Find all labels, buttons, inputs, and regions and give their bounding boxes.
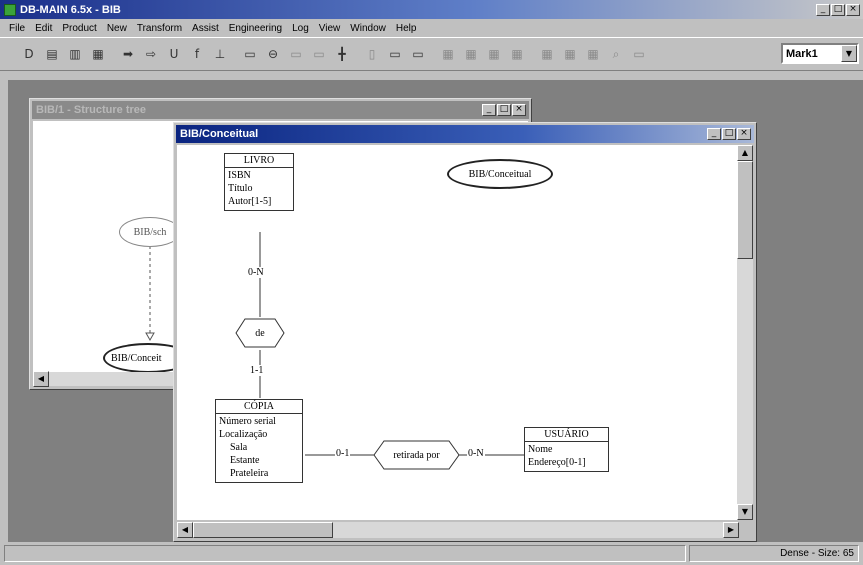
front-maximize-button[interactable]: □ (722, 128, 736, 140)
schema-hscroll[interactable]: ◀ ▶ (177, 522, 739, 538)
entity-copia-attr[interactable]: Prateleira (216, 467, 302, 480)
schema-vscroll[interactable]: ▲ ▼ (737, 145, 753, 520)
entity-livro-attr[interactable]: Título (225, 182, 293, 195)
entity-copia[interactable]: CÓPIA Número serial Localização Sala Est… (215, 399, 303, 483)
attr-icon[interactable]: ▭ (285, 43, 307, 65)
status-right: Dense - Size: 65 (689, 545, 859, 562)
back-maximize-button[interactable]: □ (497, 104, 511, 116)
grid4-icon[interactable]: ▦ (506, 43, 528, 65)
scroll-left-icon[interactable]: ◀ (177, 522, 193, 538)
chevron-down-icon[interactable]: ▼ (841, 45, 857, 62)
minimize-button[interactable]: _ (816, 3, 830, 16)
menu-item-help[interactable]: Help (391, 23, 422, 34)
open-icon[interactable]: ▤ (41, 43, 63, 65)
close-button[interactable]: × (846, 3, 860, 16)
scroll-down-icon[interactable]: ▼ (737, 504, 753, 520)
card-livro-de: 0-N (247, 267, 265, 278)
mark-select-value: Mark1 (786, 47, 818, 60)
app-title-bar: DB-MAIN 6.5x - BIB _ □ × (0, 0, 863, 19)
structure-node-top[interactable]: BIB/sch (119, 217, 181, 247)
menu-item-new[interactable]: New (102, 23, 132, 34)
menu-item-edit[interactable]: Edit (30, 23, 57, 34)
search-icon[interactable]: ⌕ (605, 43, 627, 65)
menu-item-engineering[interactable]: Engineering (224, 23, 287, 34)
schema-window-title: BIB/Conceitual (180, 128, 259, 140)
mdi-workspace: BIB/1 - Structure tree _ □ × BIB/sch BIB… (8, 80, 863, 542)
status-bar: Dense - Size: 65 (0, 542, 863, 565)
entity-copia-attr[interactable]: Sala (216, 441, 302, 454)
back-close-button[interactable]: × (512, 104, 526, 116)
entity-copia-attr[interactable]: Número serial (216, 415, 302, 428)
schema-label[interactable]: BIB/Conceitual (447, 159, 553, 189)
copy-icon[interactable]: ▥ (64, 43, 86, 65)
card-copia-ret: 0-1 (335, 448, 351, 459)
undo-icon[interactable]: U (163, 43, 185, 65)
new-icon[interactable]: D (18, 43, 40, 65)
grid-icon[interactable]: ▦ (437, 43, 459, 65)
structure-window-title-bar[interactable]: BIB/1 - Structure tree _ □ × (32, 101, 529, 119)
rel-retirada-label: retirada por (393, 449, 440, 461)
entity-usuario[interactable]: USUÁRIO Nome Endereço[0-1] (524, 427, 609, 472)
app-logo-icon (4, 3, 16, 16)
link-icon[interactable]: ╋ (331, 43, 353, 65)
table-icon[interactable]: ▦ (536, 43, 558, 65)
mark-icon[interactable]: ▭ (628, 43, 650, 65)
menu-item-view[interactable]: View (314, 23, 346, 34)
status-left (4, 545, 686, 562)
entity-livro-name: LIVRO (225, 154, 293, 168)
scroll-left-icon[interactable]: ◀ (33, 371, 49, 387)
rel-retirada[interactable]: retirada por (373, 440, 460, 470)
card-de-copia: 1-1 (249, 365, 265, 376)
table2-icon[interactable]: ▦ (559, 43, 581, 65)
grid2-icon[interactable]: ▦ (460, 43, 482, 65)
schema-canvas[interactable]: BIB/Conceitual LIVRO ISBN Título Autor[1… (177, 145, 739, 520)
entity-livro-attr[interactable]: Autor[1-5] (225, 195, 293, 208)
entity-icon[interactable]: ▭ (239, 43, 261, 65)
entity-usuario-attr[interactable]: Nome (525, 443, 608, 456)
structure-window-title: BIB/1 - Structure tree (36, 104, 147, 116)
front-minimize-button[interactable]: _ (707, 128, 721, 140)
paste-icon[interactable]: ▦ (87, 43, 109, 65)
rel-de[interactable]: de (235, 318, 285, 348)
menu-item-log[interactable]: Log (287, 23, 314, 34)
entity-usuario-name: USUÁRIO (525, 428, 608, 442)
entity-usuario-attr[interactable]: Endereço[0-1] (525, 456, 608, 469)
back-minimize-button[interactable]: _ (482, 104, 496, 116)
scroll-right-icon[interactable]: ▶ (723, 522, 739, 538)
hscroll-thumb[interactable] (193, 522, 333, 538)
menu-item-file[interactable]: File (4, 23, 30, 34)
scroll-up-icon[interactable]: ▲ (737, 145, 753, 161)
app-title: DB-MAIN 6.5x - BIB (20, 3, 121, 16)
menu-item-window[interactable]: Window (345, 23, 391, 34)
vscroll-thumb[interactable] (737, 161, 753, 259)
schema-window[interactable]: BIB/Conceitual _ □ × BIB/Conceitual LIVR… (173, 122, 757, 542)
entity-copia-attr[interactable]: Localização (216, 428, 302, 441)
text-tool-icon[interactable]: ⊥ (209, 43, 231, 65)
menu-item-assist[interactable]: Assist (187, 23, 224, 34)
front-close-button[interactable]: × (737, 128, 751, 140)
entity-livro[interactable]: LIVRO ISBN Título Autor[1-5] (224, 153, 294, 211)
entity-copia-name: CÓPIA (216, 400, 302, 414)
menu-item-product[interactable]: Product (57, 23, 101, 34)
group-icon[interactable]: ▭ (308, 43, 330, 65)
transform-icon[interactable]: ⇨ (140, 43, 162, 65)
rel-de-label: de (255, 327, 265, 339)
box-icon[interactable]: ▭ (407, 43, 429, 65)
align-icon[interactable]: ▭ (384, 43, 406, 65)
grid3-icon[interactable]: ▦ (483, 43, 505, 65)
menu-item-transform[interactable]: Transform (132, 23, 187, 34)
schema-window-title-bar[interactable]: BIB/Conceitual _ □ × (176, 125, 754, 143)
maximize-button[interactable]: □ (831, 3, 845, 16)
note-icon[interactable]: ▯ (361, 43, 383, 65)
menu-bar: File Edit Product New Transform Assist Enginee… (0, 19, 863, 37)
function-icon[interactable]: f (186, 43, 208, 65)
rel-icon[interactable]: ⊖ (262, 43, 284, 65)
arrow-right-icon[interactable]: ➡ (117, 43, 139, 65)
card-ret-usuario: 0-N (467, 448, 485, 459)
toolbar: D ▤ ▥ ▦ ➡ ⇨ Uf ⊥ ▭ ⊖ ▭ ▭ ╋ ▯ ▭ ▭ ▦ ▦ ▦ ▦ ▦ ▦ ▦ ⌕ ▭ Mark1 ▼ (0, 37, 863, 71)
entity-livro-attr[interactable]: ISBN (225, 169, 293, 182)
table3-icon[interactable]: ▦ (582, 43, 604, 65)
mark-select[interactable]: Mark1 ▼ (781, 43, 859, 64)
entity-copia-attr[interactable]: Estante (216, 454, 302, 467)
